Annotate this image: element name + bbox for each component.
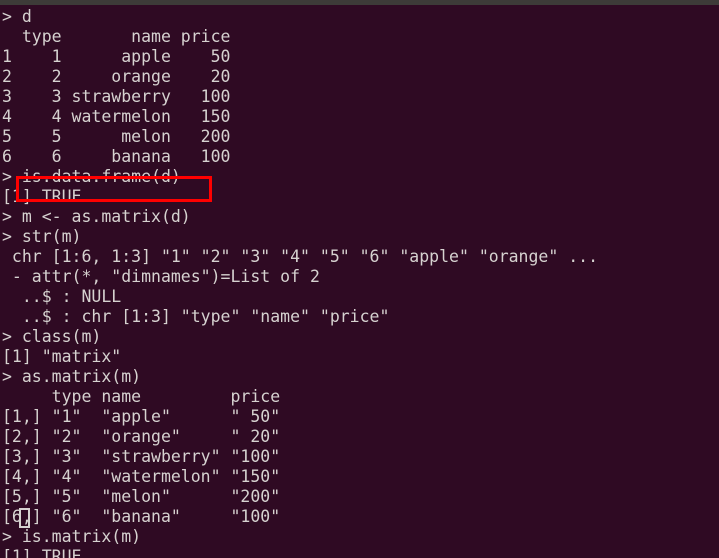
terminal-line: ..$ : NULL xyxy=(2,287,122,306)
terminal-line: 2 2 orange 20 xyxy=(2,67,231,86)
terminal-line: > is.data.frame(d) xyxy=(2,167,181,186)
terminal-line: 6 6 banana 100 xyxy=(2,147,231,166)
terminal-output-area[interactable]: > d type name price 1 1 apple 50 2 2 ora… xyxy=(0,5,719,558)
terminal-line: ..$ : chr [1:3] "type" "name" "price" xyxy=(2,307,390,326)
terminal-line: [5,] "5" "melon" "200" xyxy=(2,487,281,506)
terminal-line: type name price xyxy=(2,27,231,46)
terminal-line: 3 3 strawberry 100 xyxy=(2,87,231,106)
terminal-window[interactable]: > d type name price 1 1 apple 50 2 2 ora… xyxy=(0,0,719,558)
terminal-line: > is.matrix(m) xyxy=(2,527,142,546)
terminal-line: type name price xyxy=(2,387,281,406)
terminal-line: [1] "matrix" xyxy=(2,347,122,366)
terminal-line: > d xyxy=(2,7,32,26)
text-cursor xyxy=(19,508,30,528)
terminal-line: [6,] "6" "banana" "100" xyxy=(2,507,281,526)
terminal-line: [2,] "2" "orange" " 20" xyxy=(2,427,281,446)
terminal-line: 1 1 apple 50 xyxy=(2,47,231,66)
terminal-line: [1,] "1" "apple" " 50" xyxy=(2,407,281,426)
terminal-line: 5 5 melon 200 xyxy=(2,127,231,146)
terminal-line: [1] TRUE xyxy=(2,547,82,558)
terminal-line: chr [1:6, 1:3] "1" "2" "3" "4" "5" "6" "… xyxy=(2,247,599,266)
terminal-line: - attr(*, "dimnames")=List of 2 xyxy=(2,267,320,286)
terminal-line: [1] TRUE xyxy=(2,187,82,206)
terminal-line: > str(m) xyxy=(2,227,82,246)
terminal-line-highlighted: > m <- as.matrix(d) xyxy=(2,207,191,226)
terminal-line: > class(m) xyxy=(2,327,102,346)
terminal-line: [3,] "3" "strawberry" "100" xyxy=(2,447,281,466)
terminal-line: > as.matrix(m) xyxy=(2,367,142,386)
terminal-line: [4,] "4" "watermelon" "150" xyxy=(2,467,281,486)
terminal-line: 4 4 watermelon 150 xyxy=(2,107,231,126)
